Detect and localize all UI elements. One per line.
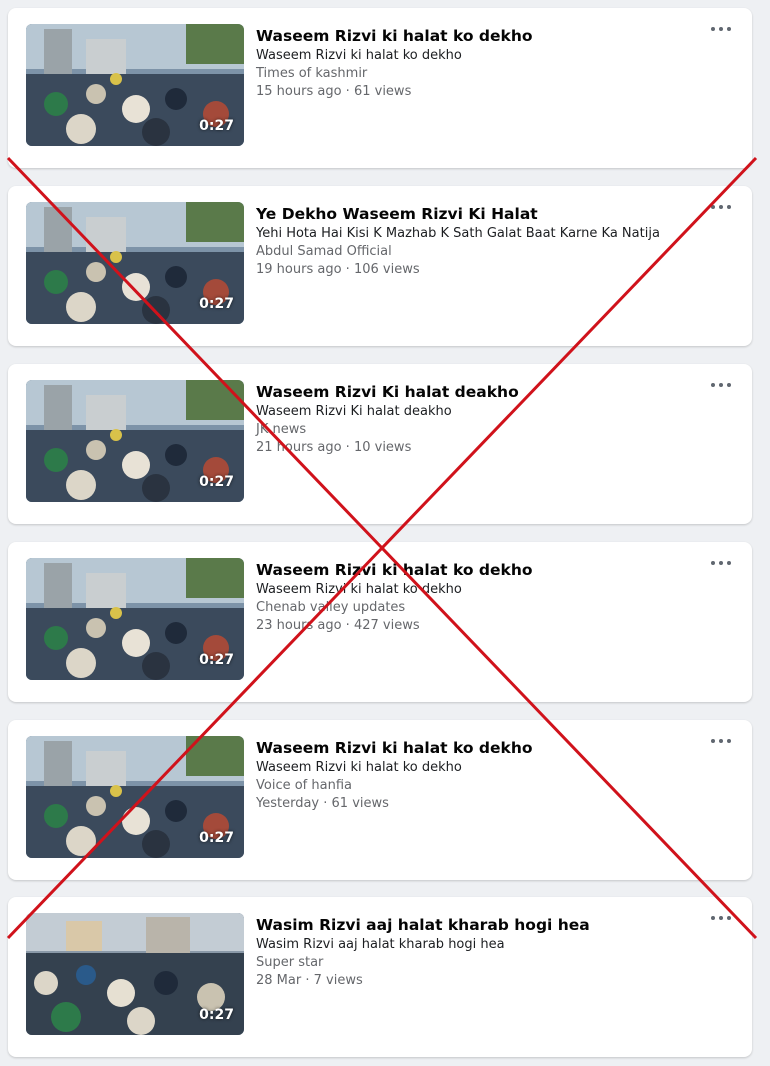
- meta-separator: ·: [345, 84, 350, 99]
- more-horizontal-icon: [711, 205, 715, 209]
- video-duration: 0:27: [199, 1007, 234, 1023]
- video-thumbnail[interactable]: 0:27: [26, 380, 244, 502]
- more-dot: [719, 561, 723, 565]
- video-subtitle: Wasim Rizvi aaj halat kharab hogi hea: [256, 937, 505, 952]
- video-duration: 0:27: [199, 830, 234, 846]
- meta-separator: ·: [305, 973, 310, 988]
- video-info: Waseem Rizvi ki halat ko dekho Waseem Ri…: [256, 738, 696, 813]
- video-title[interactable]: Ye Dekho Waseem Rizvi Ki Halat: [256, 204, 696, 224]
- more-dot: [727, 739, 731, 743]
- video-channel[interactable]: Abdul Samad Official: [256, 243, 696, 261]
- video-age: 15 hours ago: [256, 84, 342, 99]
- video-title[interactable]: Waseem Rizvi ki halat ko dekho: [256, 26, 696, 46]
- more-horizontal-icon: [711, 27, 715, 31]
- video-list: 0:27 Waseem Rizvi ki halat ko dekho Wase…: [0, 0, 770, 1066]
- more-horizontal-icon: [711, 561, 715, 565]
- more-dot: [719, 739, 723, 743]
- video-channel[interactable]: Voice of hanfia: [256, 777, 696, 795]
- video-duration: 0:27: [199, 296, 234, 312]
- video-card[interactable]: 0:27 Ye Dekho Waseem Rizvi Ki Halat Yehi…: [8, 186, 752, 346]
- meta-separator: ·: [345, 618, 350, 633]
- video-subtitle: Yehi Hota Hai Kisi K Mazhab K Sath Galat…: [256, 226, 660, 241]
- video-subtitle: Waseem Rizvi ki halat ko dekho: [256, 48, 462, 63]
- video-card[interactable]: 0:27 Waseem Rizvi Ki halat deakho Waseem…: [8, 364, 752, 524]
- video-title[interactable]: Waseem Rizvi Ki halat deakho: [256, 382, 696, 402]
- video-age: 19 hours ago: [256, 262, 342, 277]
- video-thumbnail[interactable]: 0:27: [26, 558, 244, 680]
- video-meta: 23 hours ago · 427 views: [256, 617, 696, 635]
- more-dot: [719, 205, 723, 209]
- video-title[interactable]: Wasim Rizvi aaj halat kharab hogi hea: [256, 915, 696, 935]
- more-dot: [727, 916, 731, 920]
- video-card[interactable]: 0:27 Waseem Rizvi ki halat ko dekho Wase…: [8, 542, 752, 702]
- more-options-button[interactable]: [710, 200, 732, 214]
- video-info: Waseem Rizvi ki halat ko dekho Waseem Ri…: [256, 26, 696, 101]
- video-channel[interactable]: Chenab valley updates: [256, 599, 696, 617]
- video-views: 106 views: [353, 262, 420, 277]
- video-thumbnail[interactable]: 0:27: [26, 202, 244, 324]
- video-thumbnail[interactable]: 0:27: [26, 24, 244, 146]
- video-duration: 0:27: [199, 118, 234, 134]
- more-options-button[interactable]: [710, 22, 732, 36]
- video-views: 61 views: [353, 84, 412, 99]
- video-card[interactable]: 0:27 Waseem Rizvi ki halat ko dekho Wase…: [8, 720, 752, 880]
- more-dot: [727, 205, 731, 209]
- meta-separator: ·: [345, 440, 350, 455]
- video-subtitle: Waseem Rizvi Ki halat deakho: [256, 404, 452, 419]
- video-card[interactable]: 0:27 Wasim Rizvi aaj halat kharab hogi h…: [8, 897, 752, 1057]
- more-dot: [719, 383, 723, 387]
- video-channel[interactable]: Super star: [256, 954, 696, 972]
- video-channel[interactable]: Times of kashmir: [256, 65, 696, 83]
- meta-separator: ·: [323, 796, 328, 811]
- video-duration: 0:27: [199, 652, 234, 668]
- video-views: 61 views: [331, 796, 389, 811]
- more-dot: [719, 27, 723, 31]
- video-thumbnail[interactable]: 0:27: [26, 736, 244, 858]
- video-age: 23 hours ago: [256, 618, 342, 633]
- video-duration: 0:27: [199, 474, 234, 490]
- video-age: 28 Mar: [256, 973, 302, 988]
- video-info: Waseem Rizvi Ki halat deakho Waseem Rizv…: [256, 382, 696, 457]
- video-thumbnail[interactable]: 0:27: [26, 913, 244, 1035]
- video-views: 10 views: [353, 440, 412, 455]
- video-age: Yesterday: [256, 796, 320, 811]
- more-options-button[interactable]: [710, 556, 732, 570]
- video-views: 7 views: [313, 973, 363, 988]
- meta-separator: ·: [345, 262, 350, 277]
- more-horizontal-icon: [711, 916, 715, 920]
- video-meta: 28 Mar · 7 views: [256, 972, 696, 990]
- more-options-button[interactable]: [710, 734, 732, 748]
- more-dot: [727, 27, 731, 31]
- video-subtitle: Waseem Rizvi ki halat ko dekho: [256, 760, 462, 775]
- video-title[interactable]: Waseem Rizvi ki halat ko dekho: [256, 560, 696, 580]
- video-meta: 15 hours ago · 61 views: [256, 83, 696, 101]
- more-dot: [727, 383, 731, 387]
- video-info: Wasim Rizvi aaj halat kharab hogi hea Wa…: [256, 915, 696, 990]
- more-horizontal-icon: [711, 739, 715, 743]
- more-options-button[interactable]: [710, 378, 732, 392]
- video-meta: 21 hours ago · 10 views: [256, 439, 696, 457]
- video-info: Ye Dekho Waseem Rizvi Ki Halat Yehi Hota…: [256, 204, 696, 279]
- video-meta: Yesterday · 61 views: [256, 795, 696, 813]
- more-dot: [719, 916, 723, 920]
- video-meta: 19 hours ago · 106 views: [256, 261, 696, 279]
- video-title[interactable]: Waseem Rizvi ki halat ko dekho: [256, 738, 696, 758]
- video-channel[interactable]: JK news: [256, 421, 696, 439]
- video-age: 21 hours ago: [256, 440, 342, 455]
- video-card[interactable]: 0:27 Waseem Rizvi ki halat ko dekho Wase…: [8, 8, 752, 168]
- more-horizontal-icon: [711, 383, 715, 387]
- video-views: 427 views: [353, 618, 420, 633]
- more-options-button[interactable]: [710, 911, 732, 925]
- more-dot: [727, 561, 731, 565]
- video-info: Waseem Rizvi ki halat ko dekho Waseem Ri…: [256, 560, 696, 635]
- video-subtitle: Waseem Rizvi ki halat ko dekho: [256, 582, 462, 597]
